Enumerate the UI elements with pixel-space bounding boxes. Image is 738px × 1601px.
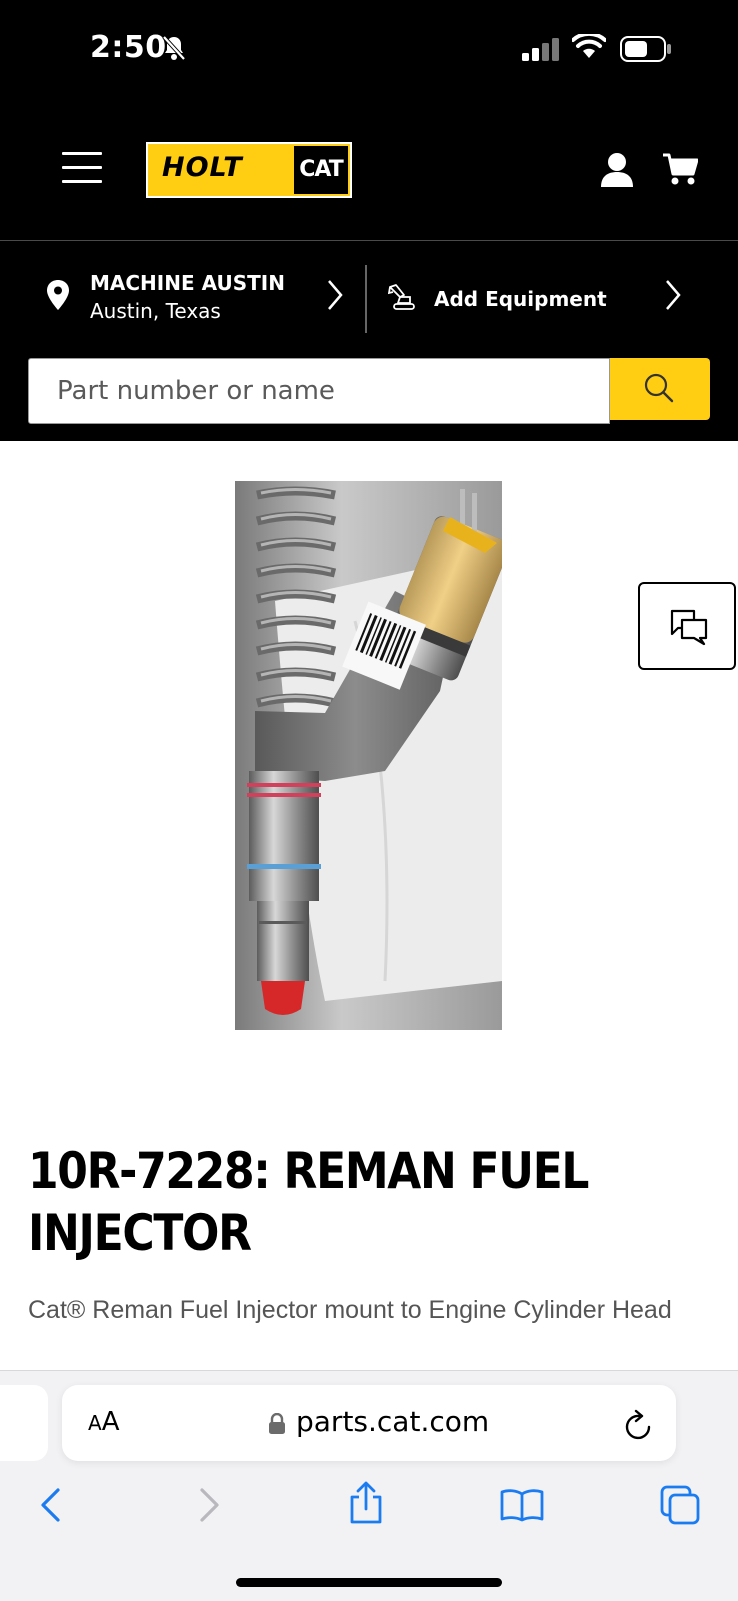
reload-icon[interactable]: [624, 1409, 654, 1445]
tabs-icon[interactable]: [660, 1485, 700, 1529]
text-size-button[interactable]: AA: [88, 1407, 119, 1437]
share-icon[interactable]: [348, 1481, 384, 1529]
battery-icon: [620, 36, 672, 66]
store-location: Austin, Texas: [90, 299, 221, 323]
menu-icon[interactable]: [62, 152, 102, 186]
back-icon[interactable]: [38, 1487, 62, 1527]
product-title: 10R-7228: REMAN FUEL INJECTOR: [28, 1142, 589, 1262]
dealer-bar: MACHINE AUSTIN Austin, Texas Add Equipme…: [0, 241, 738, 441]
chat-icon: [670, 609, 708, 646]
site-header: HOLT CAT: [0, 100, 738, 241]
lock-icon: [268, 1412, 286, 1439]
browser-toolbar: AA parts.cat.com: [0, 1370, 738, 1601]
chevron-right-icon: [326, 279, 344, 315]
logo-cat-text: CAT: [299, 157, 343, 182]
status-bar: 2:50: [0, 0, 738, 100]
chat-button[interactable]: [638, 582, 736, 670]
holt-cat-logo[interactable]: HOLT CAT: [146, 142, 352, 198]
logo-holt-text: HOLT: [162, 152, 243, 183]
bookmarks-icon[interactable]: [500, 1487, 544, 1527]
home-indicator: [236, 1578, 502, 1587]
cart-icon[interactable]: [662, 152, 699, 190]
signal-icon: [522, 38, 562, 66]
logo-cat-block: CAT: [294, 146, 348, 194]
location-pin-icon: [46, 279, 70, 315]
excavator-icon: [387, 283, 418, 315]
previous-tab-card[interactable]: [0, 1385, 48, 1461]
user-icon[interactable]: [600, 152, 634, 192]
url-text: parts.cat.com: [296, 1405, 490, 1438]
status-time: 2:50: [90, 30, 167, 65]
divider: [365, 265, 367, 333]
search-input[interactable]: [29, 359, 609, 423]
store-name: MACHINE AUSTIN: [90, 271, 285, 295]
search-field: [28, 358, 610, 424]
product-image: [235, 481, 502, 1030]
search-button[interactable]: [610, 358, 710, 420]
search-icon: [644, 373, 674, 403]
forward-icon: [198, 1487, 222, 1527]
chevron-right-icon: [664, 279, 682, 315]
product-description: Cat® Reman Fuel Injector mount to Engine…: [28, 1296, 672, 1324]
bell-slash-icon: [160, 34, 188, 66]
add-equipment-label: Add Equipment: [434, 287, 607, 311]
address-bar[interactable]: AA parts.cat.com: [62, 1385, 676, 1461]
wifi-icon: [571, 31, 607, 64]
